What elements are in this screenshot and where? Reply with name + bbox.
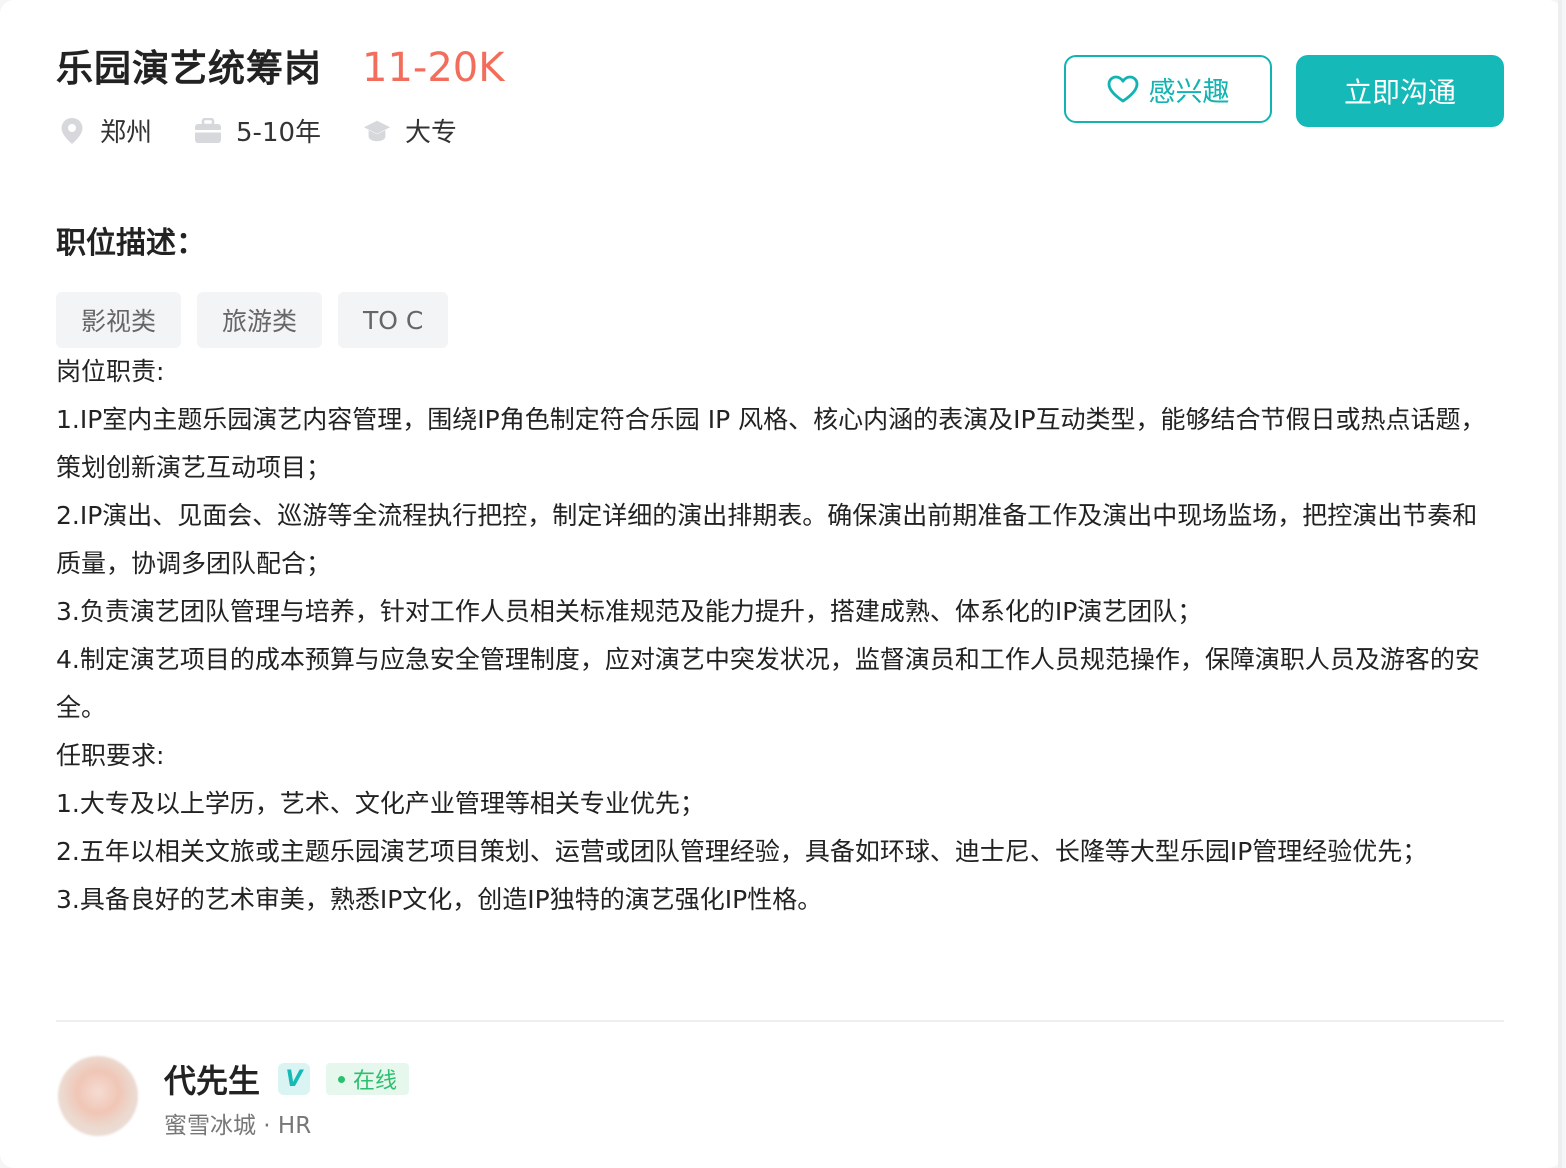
avatar[interactable]	[58, 1056, 138, 1136]
chat-now-button[interactable]: 立即沟通	[1296, 55, 1504, 127]
location-pin-icon	[58, 117, 86, 145]
experience-text: 5-10年	[236, 118, 322, 148]
scrollbar-track	[1558, 0, 1562, 1168]
description-line: 任职要求:	[56, 741, 165, 770]
description-line: 3.负责演艺团队管理与培养，针对工作人员相关标准规范及能力提升，搭建成熟、体系化…	[56, 597, 1203, 626]
online-status-text: 在线	[353, 1069, 398, 1094]
tag-item: 影视类	[56, 292, 182, 348]
education-text: 大专	[405, 118, 458, 148]
location: 郑州	[58, 112, 152, 149]
online-dot-icon	[338, 1075, 346, 1083]
divider	[56, 1020, 1504, 1022]
experience: 5-10年	[194, 112, 321, 149]
recruiter-name: 代先生	[164, 1062, 261, 1100]
interest-label: 感兴趣	[1148, 76, 1230, 108]
job-meta: 郑州 5-10年 大专	[58, 112, 499, 149]
section-title: 职位描述：	[56, 226, 206, 261]
description-line: 岗位职责:	[56, 357, 165, 386]
graduation-cap-icon	[363, 117, 391, 145]
job-description: 岗位职责: 1.IP室内主题乐园演艺内容管理，围绕IP角色制定符合乐园 IP 风…	[56, 348, 1496, 924]
description-line: 2.IP演出、见面会、巡游等全流程执行把控，制定详细的演出排期表。确保演出前期准…	[56, 501, 1478, 578]
tag-list: 影视类 旅游类 TO C	[56, 292, 464, 348]
online-status-badge: 在线	[326, 1063, 410, 1095]
description-line: 3.具备良好的艺术审美，熟悉IP文化，创造IP独特的演艺强化IP性格。	[56, 885, 823, 914]
recruiter-info: 代先生 V 在线	[164, 1056, 410, 1102]
salary-range: 11-20K	[362, 45, 505, 91]
description-line: 2.五年以相关文旅或主题乐园演艺项目策划、运营或团队管理经验，具备如环球、迪士尼…	[56, 837, 1428, 866]
tag-item: TO C	[338, 292, 449, 348]
tag-item: 旅游类	[197, 292, 323, 348]
description-line: 1.IP室内主题乐园演艺内容管理，围绕IP角色制定符合乐园 IP 风格、核心内涵…	[56, 405, 1486, 482]
interest-button[interactable]: 感兴趣	[1064, 55, 1272, 123]
verified-badge: V	[278, 1063, 311, 1095]
recruiter-company-role: 蜜雪冰城 · HR	[164, 1113, 312, 1139]
location-text: 郑州	[100, 118, 153, 148]
description-line: 1.大专及以上学历，艺术、文化产业管理等相关专业优先；	[56, 789, 705, 818]
briefcase-icon	[194, 117, 222, 145]
job-detail-card: 乐园演艺统筹岗 11-20K 郑州 5-10年 大专 感兴趣 立即沟通 职位描述…	[0, 0, 1562, 1168]
education: 大专	[363, 112, 457, 149]
job-header: 乐园演艺统筹岗 11-20K	[56, 38, 504, 92]
heart-icon	[1107, 75, 1139, 103]
description-line: 4.制定演艺项目的成本预算与应急安全管理制度，应对演艺中突发状况，监督演员和工作…	[56, 645, 1480, 722]
job-title: 乐园演艺统筹岗	[56, 47, 322, 90]
